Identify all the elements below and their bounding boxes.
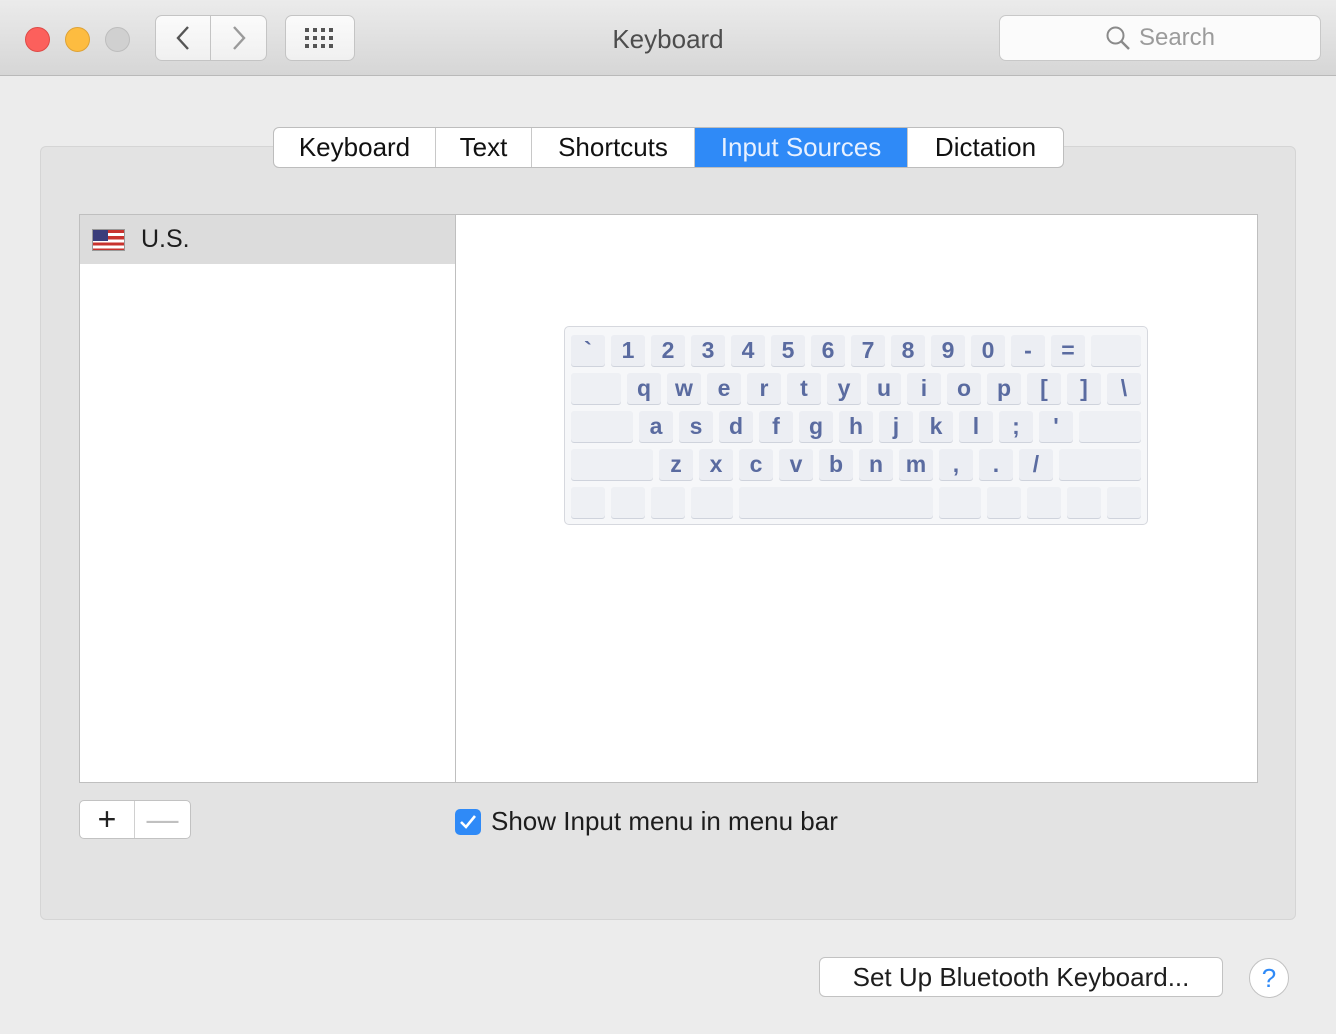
- keyboard-key: 1: [611, 335, 645, 366]
- keyboard-key: a: [639, 411, 673, 442]
- list-item[interactable]: U.S.: [80, 215, 455, 264]
- keyboard-key: p: [987, 373, 1021, 404]
- title-bar: Keyboard Search: [0, 0, 1336, 76]
- keyboard-key: -: [1011, 335, 1045, 366]
- keyboard-key: r: [747, 373, 781, 404]
- keyboard-key: c: [739, 449, 773, 480]
- keyboard-key: y: [827, 373, 861, 404]
- keyboard-key: ]: [1067, 373, 1101, 404]
- keyboard-key: ;: [999, 411, 1033, 442]
- show-input-menu-row: Show Input menu in menu bar: [455, 806, 838, 837]
- keyboard-key: u: [867, 373, 901, 404]
- tab-shortcuts[interactable]: Shortcuts: [532, 128, 695, 167]
- keyboard-key: h: [839, 411, 873, 442]
- keyboard-key-blank: [691, 487, 733, 518]
- keyboard-key: `: [571, 335, 605, 366]
- keyboard-key: =: [1051, 335, 1085, 366]
- tab-dictation[interactable]: Dictation: [908, 128, 1063, 167]
- keyboard-key: f: [759, 411, 793, 442]
- keyboard-key-blank: [1091, 335, 1141, 366]
- keyboard-key-blank: [571, 373, 621, 404]
- input-source-label: U.S.: [141, 225, 190, 253]
- keyboard-layout-viewer: ` 1 2 3 4 5 6 7 8 9 0- = q w e r t y u i o p[] \ a s d f g h j k l; ' z x c…: [564, 326, 1148, 525]
- tab-keyboard[interactable]: Keyboard: [274, 128, 436, 167]
- keyboard-key: ': [1039, 411, 1073, 442]
- keyboard-key-blank: [1079, 411, 1141, 442]
- search-field[interactable]: Search: [999, 15, 1321, 61]
- keyboard-key: l: [959, 411, 993, 442]
- keyboard-key: o: [947, 373, 981, 404]
- keyboard-key: z: [659, 449, 693, 480]
- keyboard-key-blank: [611, 487, 645, 518]
- keyboard-key: d: [719, 411, 753, 442]
- keyboard-key: x: [699, 449, 733, 480]
- keyboard-key-blank: [1027, 487, 1061, 518]
- keyboard-key: k: [919, 411, 953, 442]
- keyboard-key-blank: [1059, 449, 1141, 480]
- show-input-menu-label[interactable]: Show Input menu in menu bar: [491, 806, 838, 837]
- keyboard-key-blank: [939, 487, 981, 518]
- keyboard-key: \: [1107, 373, 1141, 404]
- checkmark-icon: [460, 814, 477, 829]
- keyboard-key: 9: [931, 335, 965, 366]
- keyboard-key-blank: [651, 487, 685, 518]
- keyboard-key: t: [787, 373, 821, 404]
- search-placeholder: Search: [1138, 24, 1216, 51]
- keyboard-key: w: [667, 373, 701, 404]
- keyboard-key: 8: [891, 335, 925, 366]
- keyboard-key-blank: [571, 411, 633, 442]
- remove-button[interactable]: —: [135, 801, 190, 838]
- keyboard-key: 4: [731, 335, 765, 366]
- setup-bluetooth-keyboard-button[interactable]: Set Up Bluetooth Keyboard...: [819, 957, 1223, 997]
- keyboard-key-blank: [1107, 487, 1141, 518]
- keyboard-key-blank: [571, 449, 653, 480]
- tab-bar: Keyboard Text Shortcuts Input Sources Di…: [273, 127, 1064, 168]
- keyboard-key: [: [1027, 373, 1061, 404]
- tab-text[interactable]: Text: [436, 128, 532, 167]
- keyboard-key: 3: [691, 335, 725, 366]
- keyboard-key: 2: [651, 335, 685, 366]
- keyboard-key: .: [979, 449, 1013, 480]
- help-button[interactable]: ?: [1249, 958, 1289, 998]
- keyboard-key-blank: [1067, 487, 1101, 518]
- keyboard-key: 0: [971, 335, 1005, 366]
- keyboard-key: i: [907, 373, 941, 404]
- keyboard-key: s: [679, 411, 713, 442]
- keyboard-key-blank: [571, 487, 605, 518]
- keyboard-key: 5: [771, 335, 805, 366]
- input-source-list: U.S.: [79, 214, 456, 783]
- show-input-menu-checkbox[interactable]: [455, 808, 481, 835]
- keyboard-key: j: [879, 411, 913, 442]
- keyboard-key: g: [799, 411, 833, 442]
- add-remove-control: + —: [79, 800, 191, 839]
- keyboard-key: q: [627, 373, 661, 404]
- us-flag-icon: [92, 228, 125, 251]
- keyboard-key: ,: [939, 449, 973, 480]
- keyboard-key: m: [899, 449, 933, 480]
- keyboard-key: n: [859, 449, 893, 480]
- keyboard-key: b: [819, 449, 853, 480]
- keyboard-key: 7: [851, 335, 885, 366]
- search-icon: [1106, 26, 1130, 50]
- tab-input-sources[interactable]: Input Sources: [695, 128, 908, 167]
- add-button[interactable]: +: [80, 801, 136, 838]
- keyboard-key: v: [779, 449, 813, 480]
- keyboard-key: /: [1019, 449, 1053, 480]
- keyboard-key-blank: [987, 487, 1021, 518]
- keyboard-key: 6: [811, 335, 845, 366]
- keyboard-key-blank: [739, 487, 933, 518]
- keyboard-key: e: [707, 373, 741, 404]
